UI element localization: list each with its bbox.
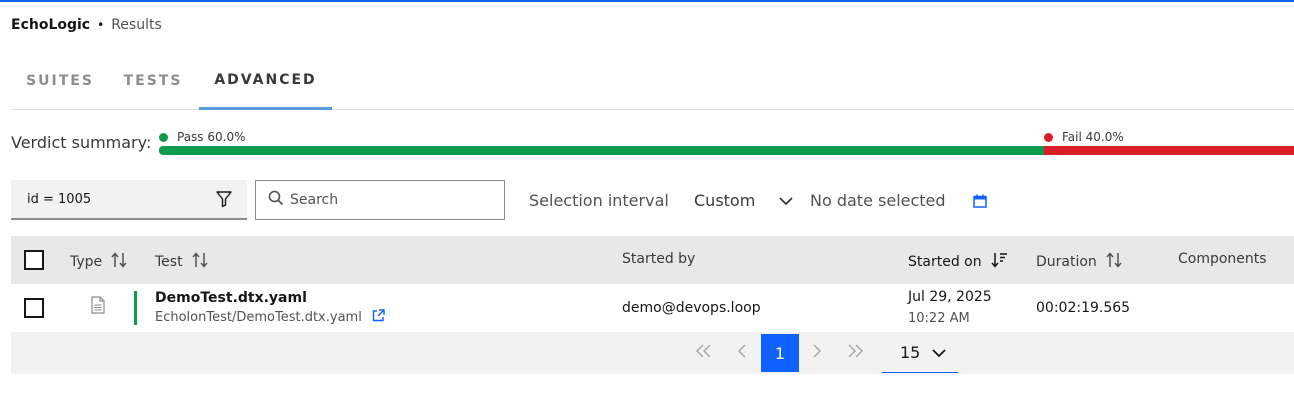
search-icon [268, 190, 284, 210]
duration-value: 00:02:19.565 [1036, 300, 1131, 316]
column-components-label: Components [1178, 251, 1267, 267]
column-test-label: Test [155, 254, 183, 270]
current-page-button[interactable]: 1 [761, 334, 799, 372]
status-indicator [134, 291, 137, 325]
column-header-type[interactable]: Type [70, 251, 128, 273]
started-by-value: demo@devops.loop [622, 300, 761, 316]
started-on-time: 10:22 AM [908, 311, 970, 326]
fail-legend: Fail 40.0% [1044, 130, 1124, 144]
test-path-text: EcholonTest/DemoTest.dtx.yaml [155, 310, 362, 325]
app-name[interactable]: EchoLogic [11, 17, 90, 33]
pass-bar[interactable] [159, 146, 1044, 155]
column-header-duration[interactable]: Duration [1036, 251, 1123, 273]
column-header-started-on[interactable]: Started on [908, 251, 1008, 273]
document-icon [91, 296, 105, 318]
search-box[interactable] [255, 180, 505, 220]
page-size-value: 15 [900, 342, 921, 362]
pass-dot-icon [159, 132, 168, 142]
tab-tests[interactable]: TESTS [123, 52, 183, 109]
column-header-started-by[interactable]: Started by [622, 251, 695, 267]
fail-legend-label: Fail 40.0% [1062, 130, 1124, 144]
pass-legend: Pass 60.0% [159, 130, 246, 144]
previous-page-icon[interactable] [737, 343, 747, 362]
tab-suites[interactable]: SUITES [26, 52, 93, 109]
query-filter-field[interactable]: id = 1005 [11, 180, 247, 220]
select-all-checkbox[interactable] [24, 250, 44, 270]
verdict-summary-label: Verdict summary: [11, 133, 152, 152]
calendar-icon[interactable] [973, 193, 987, 212]
column-type-label: Type [70, 254, 103, 270]
first-page-icon[interactable] [695, 343, 713, 362]
sort-arrows-icon[interactable] [1105, 251, 1123, 273]
interval-value: Custom [694, 191, 756, 210]
pagination: 1 15 [11, 332, 1294, 374]
column-started-on-label: Started on [908, 254, 982, 270]
last-page-icon[interactable] [846, 343, 864, 362]
fail-bar[interactable] [1044, 146, 1294, 155]
chevron-down-icon [932, 343, 946, 362]
sort-descending-icon[interactable] [990, 251, 1008, 273]
page-name: Results [111, 17, 162, 33]
breadcrumb-separator: • [97, 18, 105, 32]
table-header: Type Test Started by Started on Duration… [11, 236, 1294, 284]
filter-icon[interactable] [215, 190, 233, 212]
column-header-components[interactable]: Components [1178, 251, 1267, 267]
search-input[interactable] [290, 192, 490, 208]
column-started-by-label: Started by [622, 251, 696, 267]
started-on-date: Jul 29, 2025 [908, 289, 992, 305]
interval-dropdown[interactable]: Custom [694, 191, 793, 210]
tab-bar: SUITES TESTS ADVANCED [11, 52, 1294, 110]
selection-interval-label: Selection interval [529, 191, 669, 210]
next-page-icon[interactable] [812, 343, 822, 362]
breadcrumb: EchoLogic • Results [11, 17, 162, 33]
column-header-test[interactable]: Test [155, 251, 209, 273]
external-link-icon[interactable] [372, 309, 385, 326]
column-duration-label: Duration [1036, 254, 1097, 270]
sort-arrows-icon[interactable] [110, 251, 128, 273]
pass-legend-label: Pass 60.0% [177, 130, 246, 144]
tab-advanced[interactable]: ADVANCED [199, 52, 332, 110]
table-row[interactable]: DemoTest.dtx.yaml EcholonTest/DemoTest.d… [11, 284, 1294, 332]
row-checkbox[interactable] [24, 298, 44, 318]
query-filter-value: id = 1005 [27, 191, 92, 207]
fail-dot-icon [1044, 132, 1053, 142]
page-size-select[interactable]: 15 [882, 332, 958, 373]
chevron-down-icon [779, 191, 793, 210]
top-accent-line [0, 0, 1294, 2]
sort-arrows-icon[interactable] [191, 251, 209, 273]
test-name-link[interactable]: DemoTest.dtx.yaml [155, 290, 307, 306]
date-display: No date selected [810, 191, 946, 210]
test-path: EcholonTest/DemoTest.dtx.yaml [155, 309, 385, 326]
